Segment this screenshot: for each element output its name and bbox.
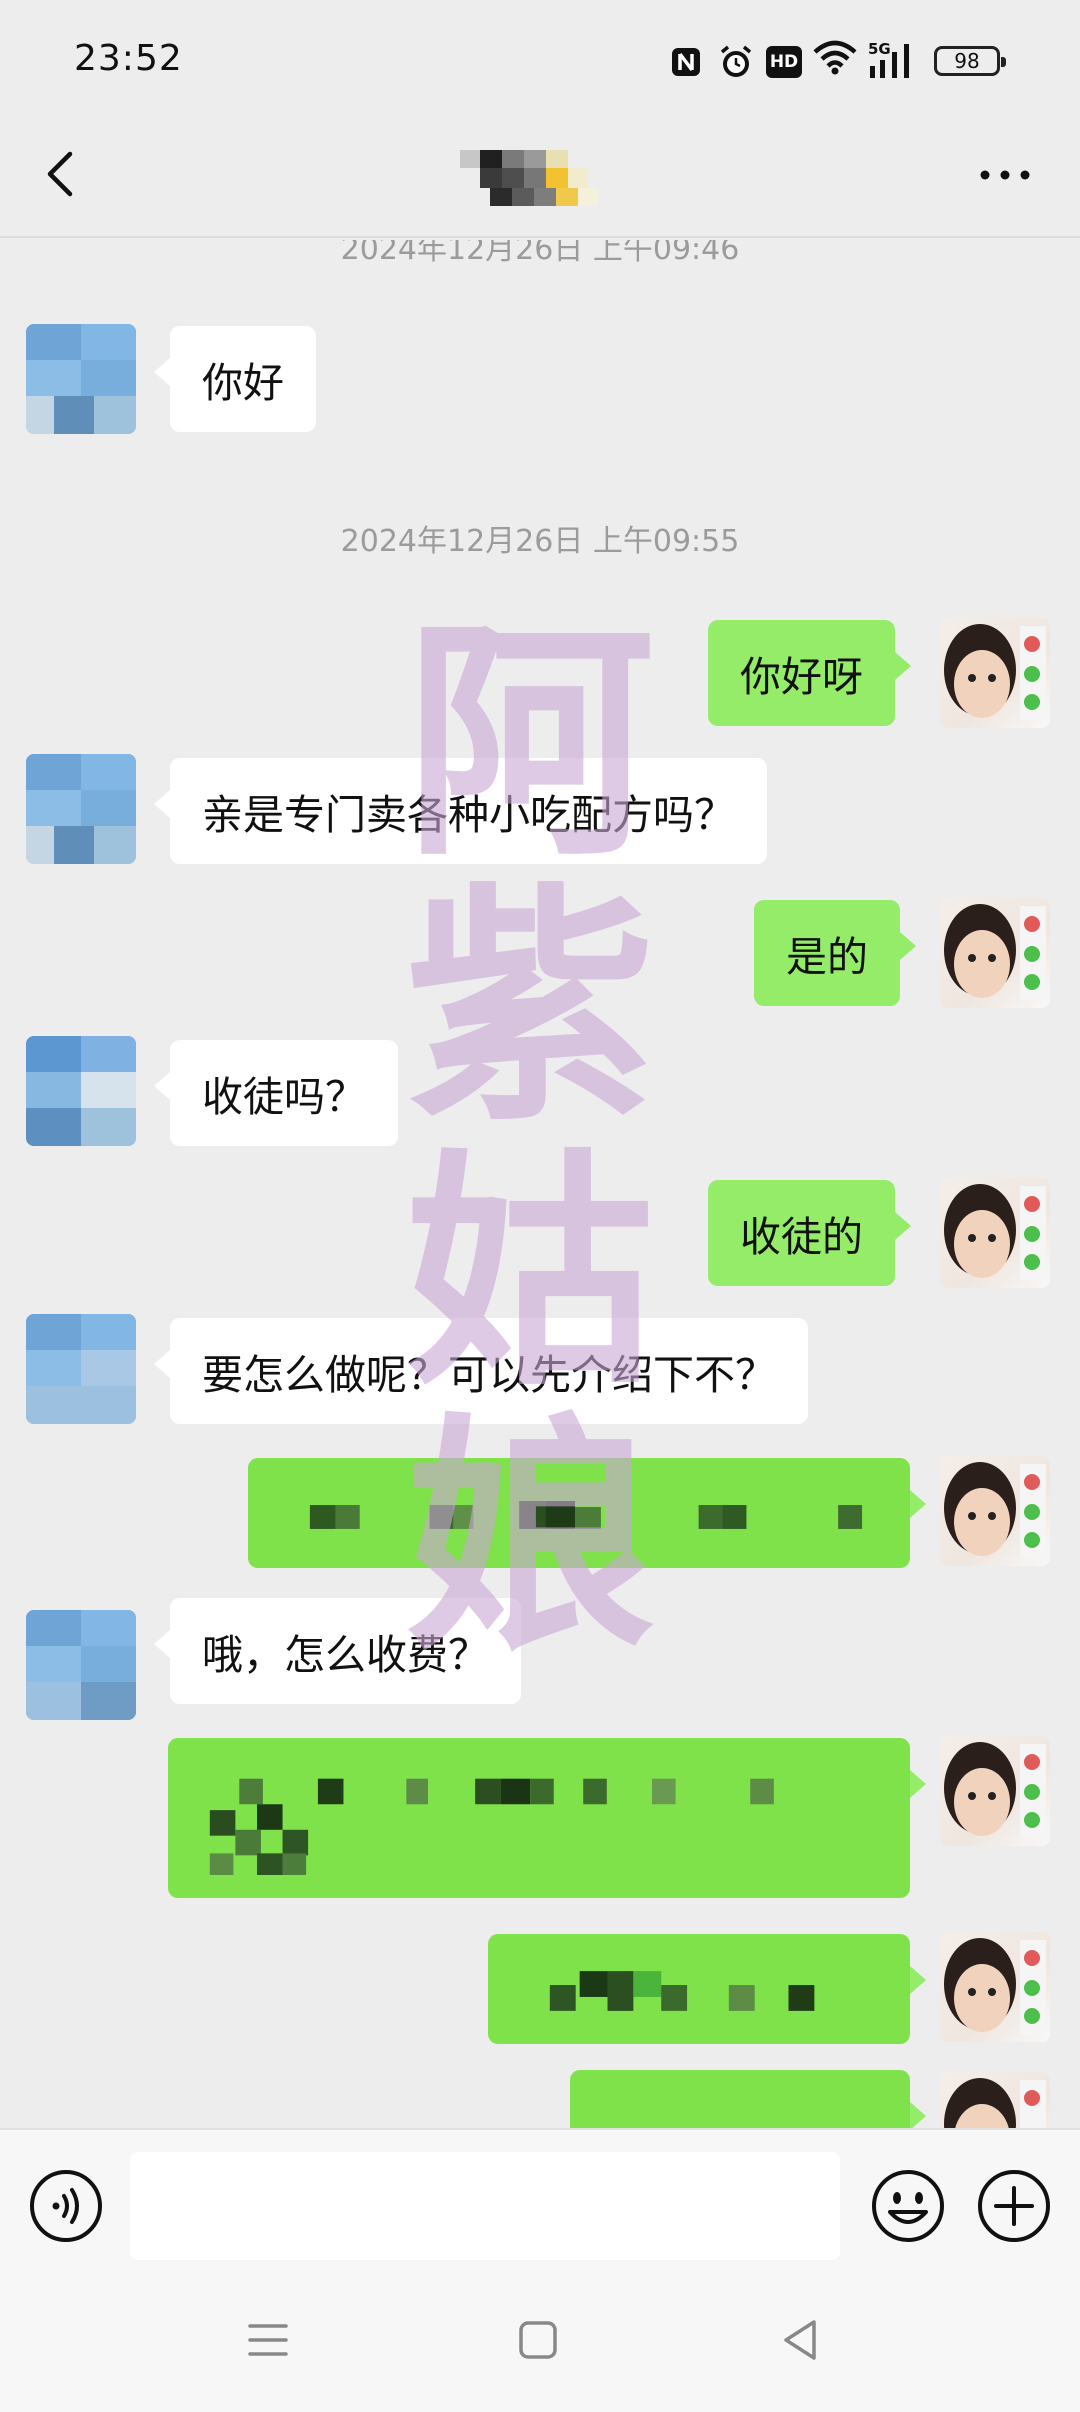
menu-icon xyxy=(248,2324,288,2356)
message-input[interactable] xyxy=(130,2152,840,2260)
my-avatar[interactable] xyxy=(940,898,1050,1008)
my-avatar[interactable] xyxy=(940,2072,1050,2128)
nfc-icon xyxy=(668,44,704,80)
more-button[interactable] xyxy=(975,150,1035,200)
status-bar: 23:52 HD 5G 98 xyxy=(0,0,1080,120)
incoming-message[interactable]: 亲是专门卖各种小吃配方吗？ xyxy=(154,758,767,864)
svg-text:5G: 5G xyxy=(868,40,891,58)
my-avatar[interactable] xyxy=(940,1736,1050,1846)
more-icon xyxy=(980,170,1030,180)
outgoing-message-obscured[interactable] xyxy=(488,1934,926,2044)
pixelated-text xyxy=(309,1501,863,1529)
emoji-button[interactable] xyxy=(870,2168,946,2244)
status-time: 23:52 xyxy=(74,38,183,79)
incoming-message[interactable]: 收徒吗？ xyxy=(154,1040,398,1146)
outgoing-message[interactable]: 收徒的 xyxy=(708,1180,911,1286)
menu-button[interactable] xyxy=(246,2320,290,2360)
contact-avatar[interactable] xyxy=(26,1314,136,1424)
back-nav-button[interactable] xyxy=(780,2316,820,2364)
message-list[interactable]: 2024年12月26日 上午09:46 你好 2024年12月26日 上午09:… xyxy=(0,240,1080,2128)
timestamp: 2024年12月26日 上午09:46 xyxy=(340,240,740,267)
emoji-icon xyxy=(872,2170,944,2242)
home-button[interactable] xyxy=(516,2318,560,2362)
my-avatar[interactable] xyxy=(940,618,1050,728)
incoming-message[interactable]: 你好 xyxy=(154,326,316,432)
outgoing-message[interactable]: 是的 xyxy=(754,900,916,1006)
outgoing-message-obscured[interactable] xyxy=(168,1738,926,1898)
outgoing-message[interactable]: 你好呀 xyxy=(708,620,911,726)
my-avatar[interactable] xyxy=(940,1456,1050,1566)
voice-icon xyxy=(30,2170,102,2242)
chevron-left-icon xyxy=(47,151,73,197)
timestamp: 2024年12月26日 上午09:55 xyxy=(340,524,740,559)
incoming-message[interactable]: 要怎么做呢？可以先介绍下不？ xyxy=(154,1318,808,1424)
outgoing-message-obscured[interactable] xyxy=(248,1458,926,1568)
battery-icon: 98 xyxy=(934,46,1006,76)
pixelated-text xyxy=(549,1971,815,2011)
outgoing-message-obscured[interactable] xyxy=(570,2070,926,2128)
my-avatar[interactable] xyxy=(940,1178,1050,1288)
contact-avatar[interactable] xyxy=(26,324,136,434)
my-avatar[interactable] xyxy=(940,1932,1050,2042)
contact-avatar[interactable] xyxy=(26,1036,136,1146)
hd-icon: HD xyxy=(766,46,802,78)
contact-name-obscured xyxy=(460,150,620,208)
home-icon xyxy=(519,2321,557,2359)
alarm-icon xyxy=(716,42,756,82)
back-button[interactable] xyxy=(36,140,86,206)
voice-button[interactable] xyxy=(28,2168,104,2244)
plus-icon xyxy=(978,2170,1050,2242)
plus-button[interactable] xyxy=(976,2168,1052,2244)
contact-avatar[interactable] xyxy=(26,1610,136,1720)
signal-icon: 5G xyxy=(868,40,922,80)
wifi-icon xyxy=(810,38,860,78)
contact-avatar[interactable] xyxy=(26,754,136,864)
incoming-message[interactable]: 哦，怎么收费？ xyxy=(154,1598,521,1704)
back-icon xyxy=(784,2320,816,2360)
pixelated-text xyxy=(209,1778,774,1875)
